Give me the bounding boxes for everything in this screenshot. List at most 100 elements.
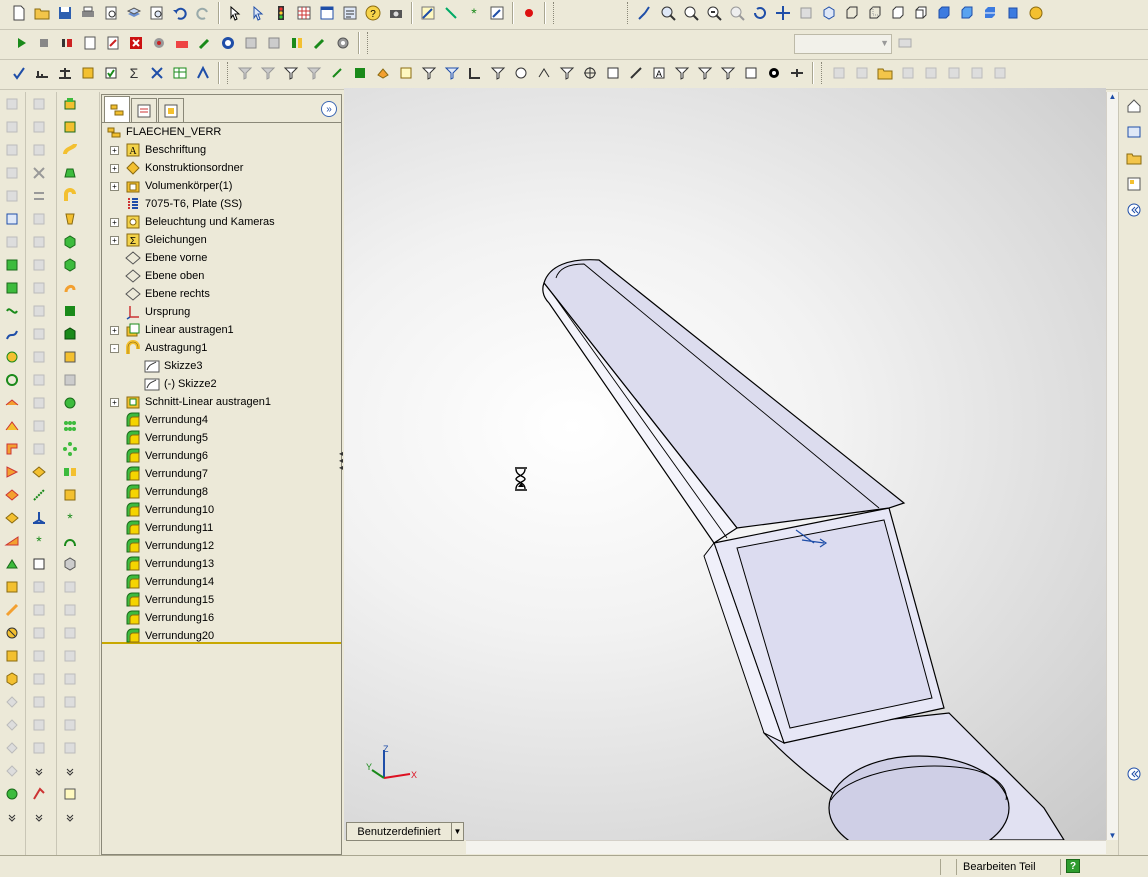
hidden-lines-visible-icon[interactable] <box>864 2 886 24</box>
tree-item[interactable]: (-) Skizze2 <box>144 375 217 393</box>
measure-icon[interactable] <box>31 62 53 84</box>
wizard2-icon[interactable] <box>309 32 331 54</box>
home-icon[interactable] <box>1123 94 1145 118</box>
chevron-down-icon[interactable] <box>27 759 51 782</box>
filter-midpoint-icon[interactable] <box>786 62 808 84</box>
save-icon[interactable] <box>54 2 76 24</box>
tab-property-manager[interactable] <box>131 98 157 122</box>
linear-pattern-icon[interactable] <box>58 414 82 437</box>
tree-item[interactable]: Verrundung6 <box>125 447 208 465</box>
component2-icon[interactable] <box>263 32 285 54</box>
feature-tool2-icon[interactable] <box>27 115 51 138</box>
view-orientation-icon[interactable] <box>818 2 840 24</box>
tree-item[interactable]: Verrundung10 <box>125 501 214 519</box>
shaded-edges-icon[interactable] <box>910 2 932 24</box>
tree-item[interactable]: Verrundung20 <box>125 627 214 645</box>
chevron-down-icon[interactable] <box>58 805 82 828</box>
filter-center-icon[interactable] <box>579 62 601 84</box>
zoom-page-icon[interactable] <box>146 2 168 24</box>
wireframe-icon[interactable] <box>841 2 863 24</box>
tree-expand-toggle[interactable]: + <box>110 326 119 335</box>
tree-expand-toggle[interactable]: + <box>110 218 119 227</box>
select-filter-icon[interactable] <box>247 2 269 24</box>
gear-icon[interactable] <box>332 32 354 54</box>
sketch-tool28-icon[interactable] <box>0 713 24 736</box>
mass-properties-icon[interactable] <box>54 62 76 84</box>
undo-icon[interactable] <box>169 2 191 24</box>
sweep-icon[interactable] <box>58 184 82 207</box>
loft-boss-icon[interactable] <box>58 161 82 184</box>
disabled-tool2-icon[interactable] <box>851 62 873 84</box>
sketch-tool-icon[interactable] <box>0 92 24 115</box>
feature-tool15-icon[interactable] <box>27 414 51 437</box>
feature-tool17-icon[interactable] <box>27 460 51 483</box>
tree-item[interactable]: Austragung1 <box>125 339 207 357</box>
feature-tool22-icon[interactable] <box>27 575 51 598</box>
feature-tool19-icon[interactable] <box>27 506 51 529</box>
filter-face-icon[interactable] <box>303 62 325 84</box>
filter-surface-icon[interactable] <box>372 62 394 84</box>
feature-tool3-icon[interactable] <box>27 138 51 161</box>
tree-item[interactable]: Konstruktionsordner <box>125 159 243 177</box>
rotate-view-icon[interactable] <box>749 2 771 24</box>
options-icon[interactable] <box>339 2 361 24</box>
record-macro-icon[interactable] <box>518 2 540 24</box>
sketch-tool29-icon[interactable] <box>0 736 24 759</box>
surface6-icon[interactable] <box>58 690 82 713</box>
filter-cosmetic-icon[interactable] <box>694 62 716 84</box>
tree-item[interactable]: Volumenkörper(1) <box>125 177 232 195</box>
filter-icon[interactable] <box>234 62 256 84</box>
disabled-tool-icon[interactable] <box>828 62 850 84</box>
shaded-icon[interactable] <box>933 2 955 24</box>
surface-icon[interactable] <box>58 575 82 598</box>
feature-tool9-icon[interactable] <box>27 276 51 299</box>
surface2-icon[interactable] <box>58 598 82 621</box>
wizard-icon[interactable] <box>194 32 216 54</box>
sketch-tool24-icon[interactable] <box>0 621 24 644</box>
appearance-icon[interactable] <box>1025 2 1047 24</box>
disabled-tool3-icon[interactable] <box>897 62 919 84</box>
filter-solid-icon[interactable] <box>349 62 371 84</box>
chevron-down-icon[interactable] <box>58 759 82 782</box>
expand-panel-button[interactable]: » <box>321 101 337 117</box>
pan-icon[interactable] <box>772 2 794 24</box>
previous-view-icon[interactable] <box>634 2 656 24</box>
tab-feature-tree[interactable] <box>104 96 130 122</box>
configuration-dropdown[interactable]: ▼ <box>794 34 892 54</box>
3d-sketch-icon[interactable] <box>58 782 82 805</box>
filter-weld-icon[interactable] <box>487 62 509 84</box>
graphics-viewport[interactable]: Z X Y <box>344 88 1106 840</box>
pause-macro-icon[interactable] <box>56 32 78 54</box>
filter-text-icon[interactable]: A <box>648 62 670 84</box>
collapse-task-pane-bottom-icon[interactable] <box>1123 762 1145 786</box>
sketch-tool9-icon[interactable] <box>0 276 24 299</box>
sketch-tool14-icon[interactable] <box>0 391 24 414</box>
sketch-icon[interactable] <box>417 2 439 24</box>
feature-tool4-icon[interactable] <box>27 161 51 184</box>
sketch-tool20-icon[interactable] <box>0 529 24 552</box>
filter-datum-icon[interactable] <box>464 62 486 84</box>
edit-macro-icon[interactable] <box>102 32 124 54</box>
surface5-icon[interactable] <box>58 667 82 690</box>
traffic-light-icon[interactable] <box>270 2 292 24</box>
sketch-tool8-icon[interactable] <box>0 253 24 276</box>
smart-dimension-icon[interactable] <box>440 2 462 24</box>
zoom-area-icon[interactable] <box>680 2 702 24</box>
sketch-tool31-icon[interactable] <box>0 782 24 805</box>
rib-icon[interactable] <box>58 391 82 414</box>
print-preview-icon[interactable] <box>100 2 122 24</box>
tree-item[interactable]: Beleuchtung und Kameras <box>125 213 275 231</box>
redo-icon[interactable] <box>192 2 214 24</box>
shell-icon[interactable] <box>58 368 82 391</box>
tree-item[interactable]: Verrundung15 <box>125 591 214 609</box>
filter-vertex-icon[interactable] <box>257 62 279 84</box>
sketch-tool11-icon[interactable] <box>0 322 24 345</box>
sketch-tool13-icon[interactable] <box>0 368 24 391</box>
feature-tool21-icon[interactable] <box>27 552 51 575</box>
filter-body-icon[interactable] <box>395 62 417 84</box>
feature-tool25-icon[interactable] <box>27 644 51 667</box>
surface3-icon[interactable] <box>58 621 82 644</box>
filter-axis-icon[interactable] <box>326 62 348 84</box>
chevron-down-icon[interactable] <box>0 805 24 828</box>
tree-item[interactable]: Verrundung14 <box>125 573 214 591</box>
